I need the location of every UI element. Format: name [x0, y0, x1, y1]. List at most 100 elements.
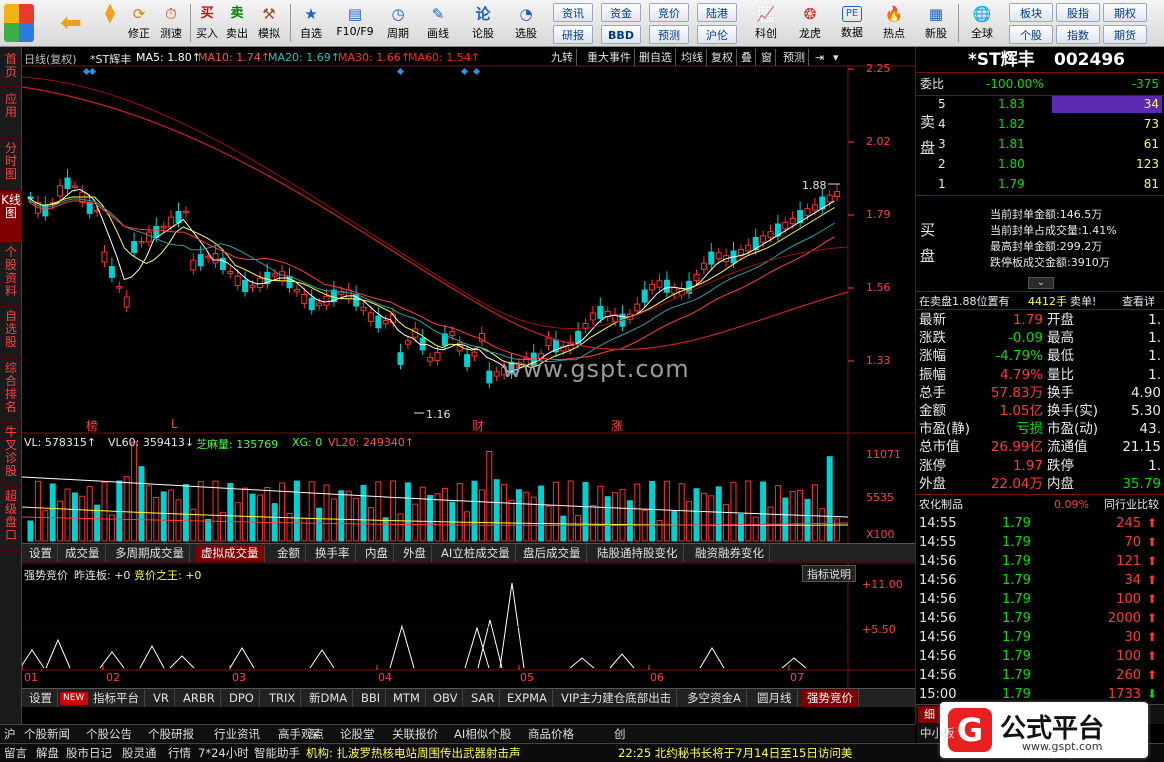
- adjust-button[interactable]: 复权: [708, 49, 737, 66]
- shanghai-london-button[interactable]: 沪伦: [697, 25, 737, 44]
- tab-detail[interactable]: 细: [918, 706, 941, 723]
- tab2-obv[interactable]: OBV: [428, 690, 464, 707]
- industry-compare-link[interactable]: 同行业比较: [1104, 495, 1159, 514]
- tab2-vr[interactable]: VR: [148, 690, 175, 707]
- tab2-new-dma[interactable]: 新DMA: [304, 690, 354, 707]
- tab-virtual-volume[interactable]: 虚拟成交量: [196, 545, 265, 562]
- sector-button[interactable]: 板块: [1009, 3, 1053, 22]
- period-button[interactable]: ◷ 周期: [380, 2, 416, 45]
- nav-ranking[interactable]: 综合排名: [0, 359, 22, 423]
- ma-button[interactable]: 均线: [678, 49, 707, 66]
- window-button[interactable]: 窗: [758, 49, 776, 66]
- stock-picker-button[interactable]: ◔ 选股: [506, 2, 546, 45]
- nav-super-depth[interactable]: 超级盘口: [0, 487, 22, 551]
- nav-watchlist[interactable]: 自选股: [0, 307, 22, 359]
- tab2-expma[interactable]: EXPMA: [502, 690, 553, 707]
- status-message[interactable]: 留言: [4, 745, 27, 762]
- status-quotes[interactable]: 行情: [168, 745, 191, 762]
- news-ticker-1[interactable]: 机构: 扎波罗热核电站周围传出武器射击声: [306, 745, 521, 762]
- up-down-button[interactable]: ▲ ▼: [93, 2, 127, 45]
- tab2-dpo[interactable]: DPO: [224, 690, 260, 707]
- sell-level-3[interactable]: 3 1.81 61: [916, 135, 1164, 154]
- tab-connect-holding[interactable]: 陆股通持股变化: [592, 545, 684, 562]
- indicator-desc-button[interactable]: 指标说明: [802, 565, 856, 582]
- watchlist-button[interactable]: ★ 自选: [294, 2, 328, 45]
- tab-after-hours[interactable]: 盘后成交量: [518, 545, 587, 562]
- star-market-button[interactable]: 📈 科创: [748, 2, 784, 45]
- tab-sme[interactable]: 中小板: [920, 725, 955, 742]
- tab-ai-volume[interactable]: AI立桩成交量: [436, 545, 516, 562]
- tab2-bbi[interactable]: BBI: [356, 690, 387, 707]
- industry-row[interactable]: 农化制品 0.09% 同行业比较: [916, 494, 1164, 513]
- data-button[interactable]: PE 数据: [834, 2, 870, 45]
- sell-level-5[interactable]: 5 1.83 34: [916, 95, 1164, 114]
- kline-svg[interactable]: [22, 47, 915, 724]
- index-futures-button[interactable]: 股指: [1056, 3, 1100, 22]
- tab2-trix[interactable]: TRIX: [264, 690, 302, 707]
- status-analysis[interactable]: 解盘: [36, 745, 59, 762]
- status-assistant[interactable]: 智能助手: [254, 745, 300, 762]
- global-button[interactable]: 🌐 全球: [962, 2, 1002, 45]
- stock-button[interactable]: 个股: [1009, 25, 1053, 44]
- market-sh[interactable]: 沪: [4, 726, 16, 743]
- tab2-strong-auction[interactable]: 强势竞价: [802, 690, 859, 707]
- discuss-button[interactable]: 论 论股: [466, 2, 500, 45]
- status-diary[interactable]: 股市日记: [66, 745, 112, 762]
- kline-chart-area[interactable]: 日线(复权) *ST辉丰 MA5: 1.80↑ MA10: 1.74↑ MA20…: [22, 47, 915, 724]
- tab-stock-research[interactable]: 个股研报: [148, 726, 194, 743]
- major-events-button[interactable]: 重大事件: [584, 49, 635, 66]
- sell-level-4[interactable]: 4 1.82 73: [916, 115, 1164, 134]
- tab-forum[interactable]: 论股堂: [340, 726, 375, 743]
- overlay-button[interactable]: 叠: [738, 49, 756, 66]
- tab2-arbr[interactable]: ARBR: [178, 690, 221, 707]
- news-button[interactable]: 资讯: [553, 3, 593, 22]
- dragon-tiger-button[interactable]: ❂ 龙虎: [792, 2, 828, 45]
- tab-settings[interactable]: 设置: [24, 545, 58, 562]
- nav-diagnose[interactable]: 牛叉诊股: [0, 423, 22, 487]
- tab2-long-short[interactable]: 多空资金A: [682, 690, 747, 707]
- back-button[interactable]: ⬅: [54, 2, 88, 45]
- tab-amount[interactable]: 金额: [272, 545, 306, 562]
- funds-button[interactable]: 资金: [601, 3, 641, 22]
- tab-related-quotes[interactable]: 关联报价: [392, 726, 438, 743]
- tab2-mtm[interactable]: MTM: [388, 690, 426, 707]
- bbd-button[interactable]: BBD: [601, 25, 641, 44]
- ipo-button[interactable]: ▦ 新股: [918, 2, 954, 45]
- nav-timeshare[interactable]: 分时图: [0, 139, 22, 191]
- nine-turn-button[interactable]: 九转: [548, 49, 577, 66]
- tab-stock-notice[interactable]: 个股公告: [86, 726, 132, 743]
- draw-line-button[interactable]: ✎ 画线: [420, 2, 456, 45]
- nav-home[interactable]: 首页: [0, 47, 22, 87]
- view-detail-link[interactable]: 查看详: [1122, 292, 1155, 311]
- tab-stock-news[interactable]: 个股新闻: [24, 726, 70, 743]
- fix-button[interactable]: ⟳ 修正: [124, 2, 154, 45]
- research-button[interactable]: 研报: [553, 25, 593, 44]
- tab2-indicator-platform[interactable]: 指标平台: [88, 690, 145, 707]
- forecast-button[interactable]: 预测: [649, 25, 689, 44]
- market-gem[interactable]: 创: [614, 726, 626, 743]
- f10-button[interactable]: ▤ F10/F9: [332, 2, 378, 45]
- tab2-vip[interactable]: VIP主力建仓底部出击: [556, 690, 678, 707]
- remove-watch-button[interactable]: 删自选: [636, 49, 676, 66]
- tab-volume[interactable]: 成交量: [60, 545, 106, 562]
- news-ticker-2[interactable]: 22:25 北约秘书长将于7月14日至15日访问美: [618, 745, 852, 762]
- tab2-moon-line[interactable]: 圆月线: [752, 690, 798, 707]
- sell-level-1[interactable]: 1 1.79 81: [916, 175, 1164, 194]
- predict-button[interactable]: 预测: [780, 49, 809, 66]
- hk-connect-button[interactable]: 陆港: [697, 3, 737, 22]
- sell-button[interactable]: 卖 卖出: [223, 2, 251, 45]
- tab-turnover[interactable]: 换手率: [310, 545, 356, 562]
- options-button[interactable]: 期权: [1103, 3, 1147, 22]
- speed-test-button[interactable]: ⏱ 测速: [156, 2, 186, 45]
- tab2-settings[interactable]: 设置: [24, 690, 58, 707]
- tab2-sar[interactable]: SAR: [466, 690, 501, 707]
- app-logo[interactable]: [2, 2, 36, 45]
- market-sz[interactable]: 深: [308, 726, 320, 743]
- hotspot-button[interactable]: 🔥 热点: [876, 2, 912, 45]
- tab-multi-volume[interactable]: 多周期成交量: [110, 545, 190, 562]
- sell-level-2[interactable]: 2 1.80 123: [916, 155, 1164, 174]
- nav-profile[interactable]: 个股资料: [0, 243, 22, 307]
- nav-kline[interactable]: K线图: [0, 191, 22, 243]
- chevron-down-icon[interactable]: ⌄: [1028, 277, 1054, 289]
- auction-button[interactable]: 竞价: [649, 3, 689, 22]
